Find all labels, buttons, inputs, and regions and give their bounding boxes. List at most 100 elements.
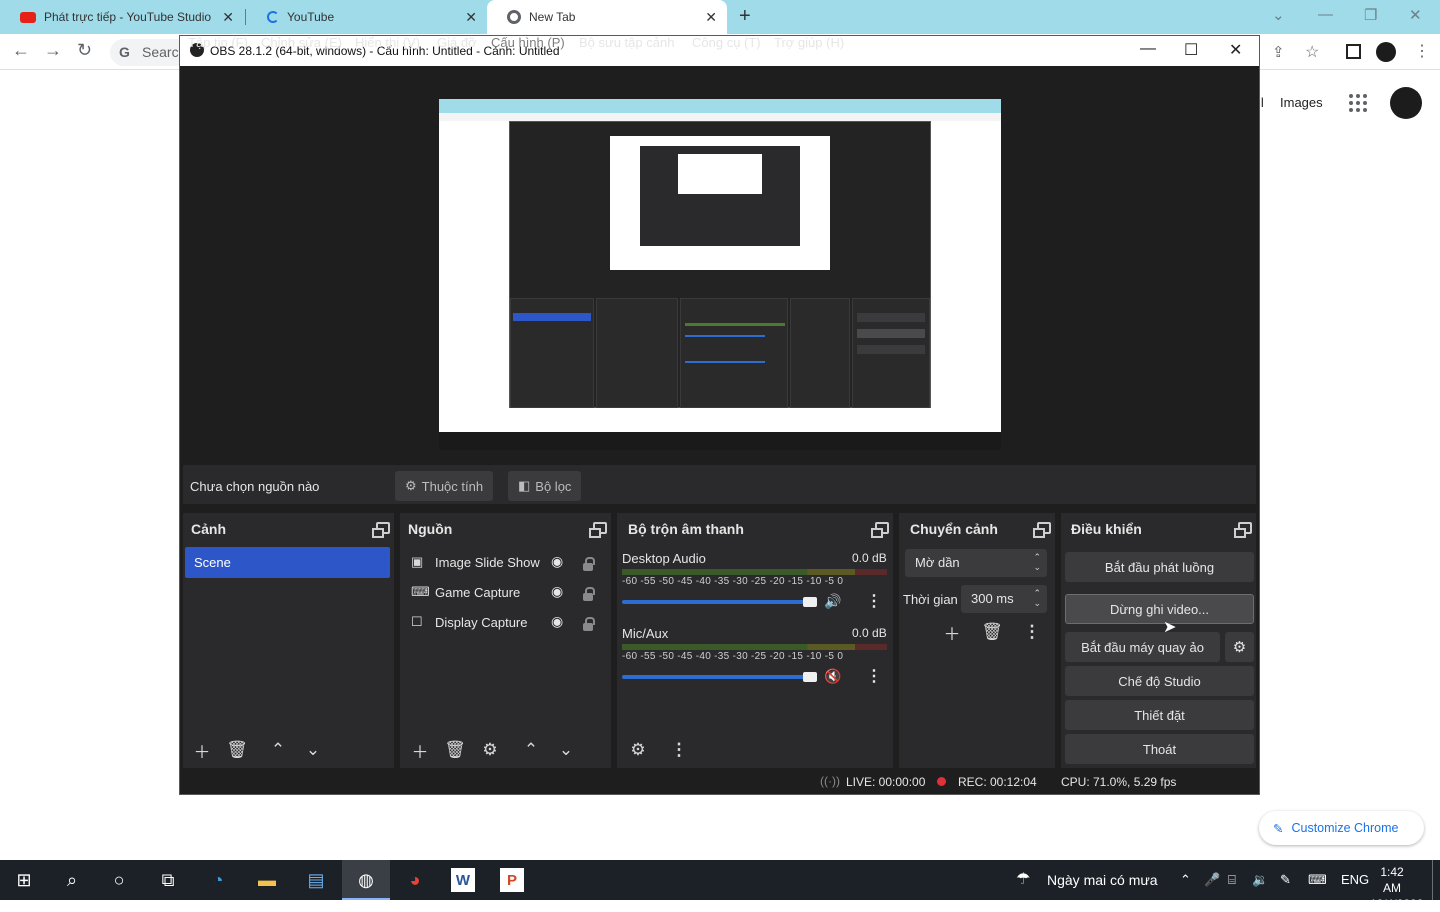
undock-icon[interactable]: [1234, 522, 1252, 538]
show-desktop-button[interactable]: [1432, 860, 1433, 900]
reload-icon[interactable]: ↻: [77, 40, 92, 61]
transition-select[interactable]: Mờ dần ⌃ ⌄: [905, 549, 1047, 577]
more-options-icon[interactable]: ⋮: [866, 591, 882, 611]
remove-scene-icon[interactable]: 🗑: [223, 736, 251, 764]
side-panel-icon[interactable]: [1346, 44, 1361, 59]
bookmark-star-icon[interactable]: ☆: [1305, 42, 1319, 62]
menu-docks[interactable]: Giá đỡ: [437, 35, 477, 50]
speaker-icon[interactable]: 🔊: [824, 593, 841, 610]
close-window-icon[interactable]: ✕: [1409, 6, 1422, 24]
remove-transition-icon[interactable]: 🗑: [978, 618, 1006, 646]
forward-icon[interactable]: →: [44, 40, 62, 61]
properties-button[interactable]: ⚙ Thuộc tính: [395, 471, 494, 501]
volume-slider-handle[interactable]: [803, 672, 817, 682]
powerpoint-icon[interactable]: P: [500, 868, 524, 892]
share-icon[interactable]: ⇪: [1272, 43, 1285, 61]
muted-speaker-icon[interactable]: 🔇: [824, 668, 841, 685]
account-avatar[interactable]: [1390, 87, 1422, 119]
add-scene-icon[interactable]: ＋: [188, 736, 216, 764]
cortana-icon[interactable]: ○: [107, 868, 131, 892]
keyboard-icon[interactable]: ⌨: [1308, 872, 1327, 888]
visibility-eye-icon[interactable]: ◉: [551, 553, 563, 570]
virtual-camera-settings-gear-icon[interactable]: ⚙: [1225, 632, 1254, 662]
tab-search-icon[interactable]: ⌄: [1272, 6, 1285, 24]
filters-button[interactable]: ◧ Bộ lọc: [508, 471, 582, 501]
volume-slider[interactable]: [622, 600, 810, 604]
volume-slider-handle[interactable]: [803, 597, 817, 607]
menu-file[interactable]: Tập tin (F): [188, 35, 248, 50]
remove-source-icon[interactable]: 🗑: [441, 736, 469, 764]
close-icon[interactable]: ✕: [705, 9, 717, 26]
tab-new-tab[interactable]: New Tab ✕: [487, 0, 727, 34]
move-up-icon[interactable]: ⌃: [264, 736, 292, 764]
visibility-eye-icon[interactable]: ◉: [551, 613, 563, 630]
volume-slider[interactable]: [622, 675, 810, 679]
scene-item-selected[interactable]: Scene: [185, 547, 390, 578]
restore-icon[interactable]: ❐: [1364, 6, 1377, 24]
undock-icon[interactable]: [1033, 522, 1051, 538]
move-down-icon[interactable]: ⌄: [552, 736, 580, 764]
chrome-menu-icon[interactable]: ⋮: [1414, 41, 1430, 61]
tab-youtube-studio[interactable]: Phát trực tiếp - YouTube Studio ✕: [0, 0, 244, 34]
menu-view[interactable]: Hiển thị (V): [355, 35, 420, 50]
duration-input[interactable]: 300 ms ⌃ ⌄: [961, 585, 1047, 613]
menu-profile[interactable]: Cấu hình (P): [491, 35, 565, 50]
transition-menu-icon[interactable]: ⋮: [1018, 618, 1046, 646]
pen-icon[interactable]: ✎: [1280, 872, 1291, 888]
settings-button[interactable]: Thiết đặt: [1065, 700, 1254, 730]
undock-icon[interactable]: [372, 522, 390, 538]
source-item-game-capture[interactable]: Game Capture: [435, 585, 520, 600]
minimize-icon[interactable]: —: [1318, 6, 1333, 23]
stop-recording-button[interactable]: Dừng ghi video...: [1065, 594, 1254, 624]
move-up-icon[interactable]: ⌃: [517, 736, 545, 764]
close-icon[interactable]: ✕: [222, 9, 234, 26]
windows-start-icon[interactable]: ⊞: [12, 868, 36, 892]
chrome-taskbar-icon[interactable]: ◕: [403, 868, 427, 892]
back-icon[interactable]: ←: [12, 40, 30, 61]
lock-icon[interactable]: [583, 617, 595, 631]
images-link[interactable]: Images: [1280, 95, 1323, 110]
obs-taskbar-icon[interactable]: ◍: [354, 868, 378, 892]
add-transition-icon[interactable]: ＋: [938, 618, 966, 646]
mixer-menu-icon[interactable]: ⋮: [665, 736, 693, 764]
store-icon[interactable]: ▤: [304, 868, 328, 892]
visibility-eye-icon[interactable]: ◉: [551, 583, 563, 600]
exit-button[interactable]: Thoát: [1065, 734, 1254, 764]
lock-icon[interactable]: [583, 557, 595, 571]
weather-text[interactable]: Ngày mai có mưa: [1047, 872, 1158, 888]
lock-icon[interactable]: [583, 587, 595, 601]
clock[interactable]: 1:42 AM 12/4/2022: [1370, 864, 1423, 912]
undock-icon[interactable]: [871, 522, 889, 538]
minimize-icon[interactable]: —: [1140, 40, 1156, 58]
word-icon[interactable]: W: [451, 868, 475, 892]
undock-icon[interactable]: [589, 522, 607, 538]
customize-chrome-button[interactable]: ✎ Customize Chrome: [1259, 811, 1424, 845]
move-down-icon[interactable]: ⌄: [299, 736, 327, 764]
advanced-audio-gear-icon[interactable]: ⚙: [624, 736, 652, 764]
start-streaming-button[interactable]: Bắt đầu phát luồng: [1065, 552, 1254, 582]
menu-edit[interactable]: Chỉnh sửa (E): [261, 35, 342, 50]
menu-tools[interactable]: Công cụ (T): [692, 35, 761, 50]
file-explorer-icon[interactable]: ▬: [255, 868, 279, 892]
profile-avatar[interactable]: [1376, 42, 1396, 62]
language-indicator[interactable]: ENG: [1341, 872, 1369, 887]
obs-preview[interactable]: [439, 99, 1001, 450]
tab-youtube[interactable]: YouTube ✕: [247, 0, 487, 34]
task-view-icon[interactable]: ⧉: [156, 868, 180, 892]
edge-icon[interactable]: ◔: [206, 868, 230, 892]
source-properties-gear-icon[interactable]: ⚙: [476, 736, 504, 764]
close-icon[interactable]: ✕: [1229, 40, 1242, 60]
source-item-display-capture[interactable]: Display Capture: [435, 615, 528, 630]
maximize-icon[interactable]: ☐: [1184, 40, 1198, 60]
more-options-icon[interactable]: ⋮: [866, 666, 882, 686]
network-icon[interactable]: ⌸: [1228, 872, 1236, 888]
new-tab-button[interactable]: +: [739, 5, 751, 28]
tray-chevron-icon[interactable]: ⌃: [1180, 872, 1191, 888]
start-virtual-camera-button[interactable]: Bắt đầu máy quay ảo: [1065, 632, 1220, 662]
source-item-image-slide-show[interactable]: Image Slide Show: [435, 555, 540, 570]
menu-help[interactable]: Trợ giúp (H): [774, 35, 844, 50]
search-icon[interactable]: ⌕: [60, 868, 84, 892]
volume-icon[interactable]: 🔉: [1252, 872, 1268, 888]
menu-scene-collection[interactable]: Bộ sưu tập cảnh: [579, 35, 674, 50]
apps-grid-icon[interactable]: [1349, 94, 1367, 112]
